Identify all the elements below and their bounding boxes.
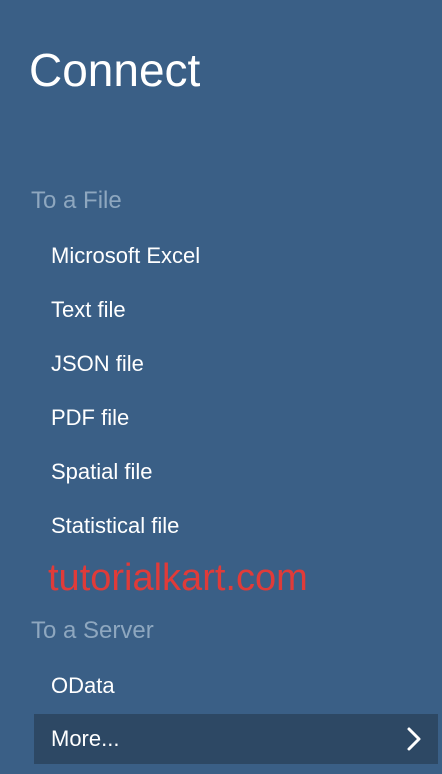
page-title: Connect (29, 44, 201, 96)
connect-item-pdf-file[interactable]: PDF file (34, 393, 438, 443)
connect-item-microsoft-excel[interactable]: Microsoft Excel (34, 231, 438, 281)
watermark-text: tutorialkart.com (48, 557, 308, 599)
item-label: Text file (51, 297, 126, 322)
item-label: PDF file (51, 405, 130, 430)
connect-item-odata[interactable]: OData (34, 661, 438, 711)
section-heading-to-a-file: To a File (31, 187, 122, 214)
item-label: More... (51, 726, 120, 751)
item-label: Microsoft Excel (51, 243, 201, 268)
section-heading-to-a-server: To a Server (31, 617, 154, 644)
connect-panel: Connect To a File Microsoft Excel Text f… (0, 0, 442, 774)
chevron-right-icon (400, 725, 428, 753)
connect-item-spatial-file[interactable]: Spatial file (34, 447, 438, 497)
item-label: Statistical file (51, 513, 180, 538)
item-label: JSON file (51, 351, 144, 376)
connect-item-more[interactable]: More... (34, 714, 438, 764)
connect-item-text-file[interactable]: Text file (34, 285, 438, 335)
item-label: Spatial file (51, 459, 153, 484)
item-label: OData (51, 673, 115, 698)
connect-item-json-file[interactable]: JSON file (34, 339, 438, 389)
connect-item-statistical-file[interactable]: Statistical file (34, 501, 438, 551)
